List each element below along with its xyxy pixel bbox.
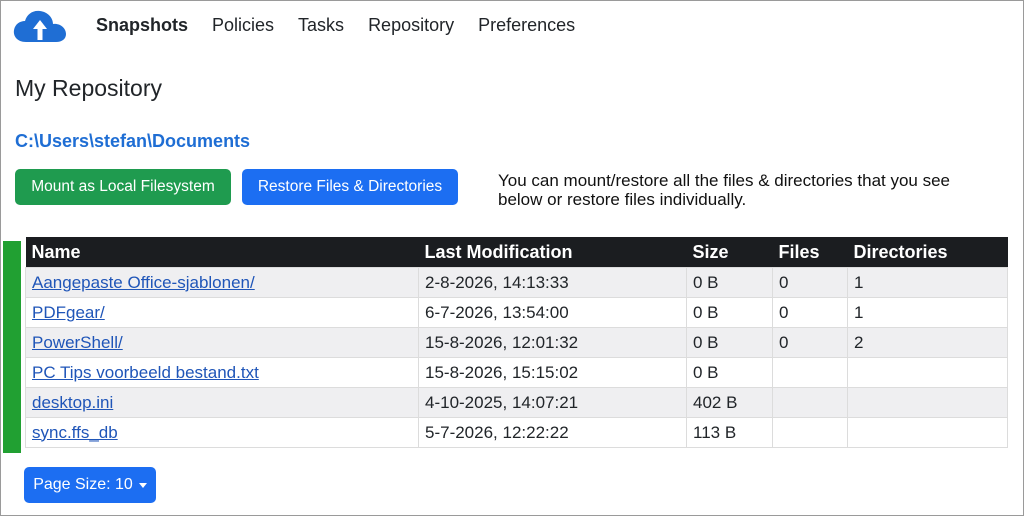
cell-modified: 5-7-2026, 12:22:22 xyxy=(418,417,687,448)
table-row: desktop.ini 4-10-2025, 14:07:21 402 B xyxy=(25,387,1008,418)
cell-directories: 2 xyxy=(847,327,1008,358)
cell-size: 402 B xyxy=(686,387,773,418)
entry-link[interactable]: PDFgear/ xyxy=(32,303,105,322)
cell-modified: 6-7-2026, 13:54:00 xyxy=(418,297,687,328)
restore-hint-text: You can mount/restore all the files & di… xyxy=(498,171,951,209)
page-size-dropdown[interactable]: Page Size: 10 xyxy=(24,467,156,503)
table-row: Aangepaste Office-sjablonen/ 2-8-2026, 1… xyxy=(25,267,1008,298)
cell-directories: 1 xyxy=(847,267,1008,298)
table-row: sync.ffs_db 5-7-2026, 12:22:22 113 B xyxy=(25,417,1008,448)
cell-directories xyxy=(847,387,1008,418)
mount-filesystem-button[interactable]: Mount as Local Filesystem xyxy=(15,169,231,205)
selection-indicator-bar xyxy=(3,241,21,453)
table-row: PC Tips voorbeeld bestand.txt 15-8-2026,… xyxy=(25,357,1008,388)
cell-modified: 15-8-2026, 12:01:32 xyxy=(418,327,687,358)
cloud-upload-logo-icon[interactable] xyxy=(12,10,68,43)
cell-size: 0 B xyxy=(686,327,773,358)
table-row: PDFgear/ 6-7-2026, 13:54:00 0 B 0 1 xyxy=(25,297,1008,328)
cell-directories xyxy=(847,417,1008,448)
header-last-modification[interactable]: Last Modification xyxy=(418,237,687,268)
entry-link[interactable]: sync.ffs_db xyxy=(32,423,118,442)
file-table: Name Last Modification Size Files Direct… xyxy=(25,237,1008,448)
page-title: My Repository xyxy=(15,75,162,101)
cell-files: 0 xyxy=(772,297,848,328)
entry-link[interactable]: PowerShell/ xyxy=(32,333,123,352)
nav-snapshots[interactable]: Snapshots xyxy=(96,15,188,36)
cell-size: 0 B xyxy=(686,297,773,328)
entry-link[interactable]: PC Tips voorbeeld bestand.txt xyxy=(32,363,259,382)
entry-link[interactable]: desktop.ini xyxy=(32,393,113,412)
cell-files xyxy=(772,387,848,418)
cell-files xyxy=(772,417,848,448)
cell-files: 0 xyxy=(772,327,848,358)
restore-files-button[interactable]: Restore Files & Directories xyxy=(242,169,458,205)
cell-directories xyxy=(847,357,1008,388)
cell-size: 113 B xyxy=(686,417,773,448)
snapshot-path: C:\Users\stefan\Documents xyxy=(15,131,251,151)
cell-modified: 2-8-2026, 14:13:33 xyxy=(418,267,687,298)
cell-files: 0 xyxy=(772,267,848,298)
top-navbar: Snapshots Policies Tasks Repository Pref… xyxy=(1,1,1023,53)
table-header-row: Name Last Modification Size Files Direct… xyxy=(25,237,1008,268)
nav-policies[interactable]: Policies xyxy=(212,15,274,36)
header-directories[interactable]: Directories xyxy=(847,237,1008,268)
cell-size: 0 B xyxy=(686,267,773,298)
table-row: PowerShell/ 15-8-2026, 12:01:32 0 B 0 2 xyxy=(25,327,1008,358)
cell-size: 0 B xyxy=(686,357,773,388)
cell-modified: 15-8-2026, 15:15:02 xyxy=(418,357,687,388)
header-size[interactable]: Size xyxy=(686,237,773,268)
caret-down-icon xyxy=(138,482,147,488)
cell-directories: 1 xyxy=(847,297,1008,328)
cell-files xyxy=(772,357,848,388)
page-size-label: Page Size: 10 xyxy=(33,476,133,493)
nav-preferences[interactable]: Preferences xyxy=(478,15,575,36)
nav-tasks[interactable]: Tasks xyxy=(298,15,344,36)
nav-repository[interactable]: Repository xyxy=(368,15,454,36)
header-files[interactable]: Files xyxy=(772,237,848,268)
header-name[interactable]: Name xyxy=(25,237,419,268)
entry-link[interactable]: Aangepaste Office-sjablonen/ xyxy=(32,273,255,292)
cell-modified: 4-10-2025, 14:07:21 xyxy=(418,387,687,418)
